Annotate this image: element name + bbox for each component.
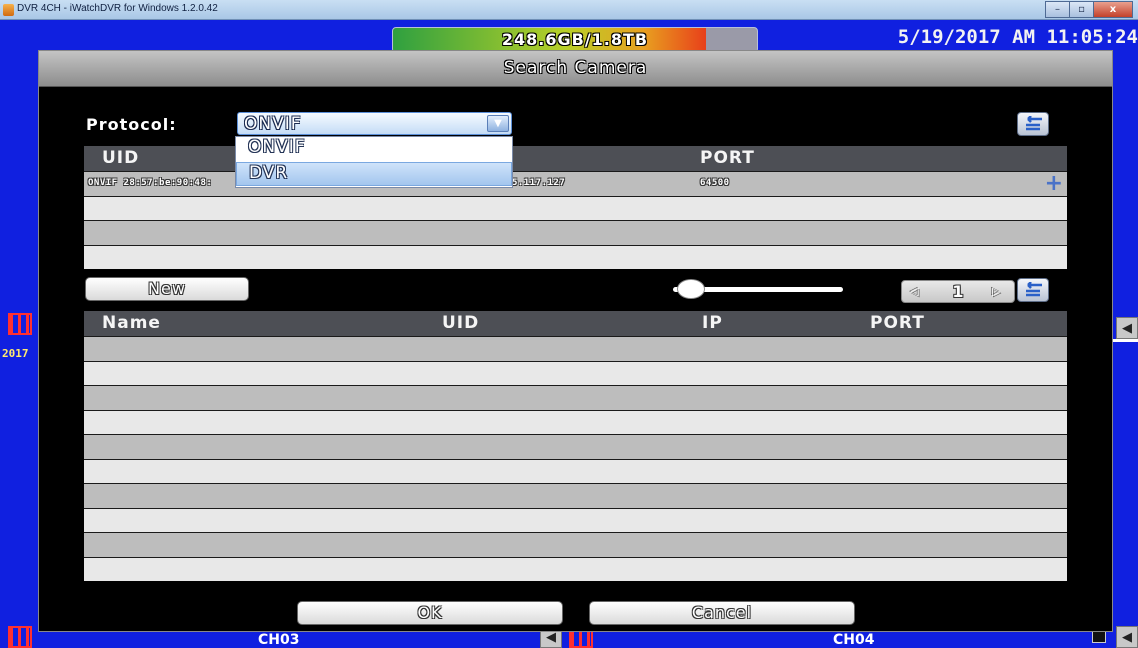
column-header-uid: UID	[102, 148, 140, 168]
table-row[interactable]	[84, 385, 1067, 410]
cancel-button[interactable]: Cancel	[589, 601, 855, 625]
table-row[interactable]	[84, 507, 1067, 532]
table-row[interactable]	[84, 458, 1067, 483]
close-button[interactable]: x	[1093, 1, 1133, 18]
prev-page-button[interactable]: ◁	[910, 284, 926, 299]
dialog-title: Search Camera	[503, 58, 648, 78]
slider-handle[interactable]	[677, 279, 705, 299]
search-back-button[interactable]	[1017, 112, 1049, 136]
page-number: 1	[952, 282, 964, 301]
channel-label-ch03: CH03	[258, 632, 300, 648]
dropdown-option-dvr[interactable]: DVR	[236, 162, 512, 186]
row-port: 64500	[700, 178, 730, 188]
channel-label-ch04: CH04	[833, 632, 875, 648]
table-row[interactable]	[84, 483, 1067, 508]
speaker-icon[interactable]: ◀	[1116, 317, 1138, 339]
back-arrow-icon	[1026, 116, 1042, 131]
app-icon	[3, 4, 14, 16]
table-row[interactable]	[84, 195, 1067, 220]
column-header-name: Name	[102, 313, 161, 333]
column-header-ip: IP	[702, 313, 723, 333]
window-title: DVR 4CH - iWatchDVR for Windows 1.2.0.42	[17, 3, 218, 14]
table-row[interactable]	[84, 556, 1067, 581]
table-row[interactable]: ONVIF 28:57:be:90:48: 5.117.127 64500 +	[84, 171, 1067, 196]
table-row[interactable]	[84, 244, 1067, 269]
column-header-port: PORT	[700, 148, 755, 168]
protocol-dropdown-list: ONVIF DVR	[235, 136, 513, 188]
window-controls: – ▫ x	[1045, 1, 1133, 18]
window-title-bar: DVR 4CH - iWatchDVR for Windows 1.2.0.42…	[0, 0, 1138, 20]
new-button[interactable]: New	[85, 277, 249, 301]
search-results-table: UID PORT ONVIF 28:57:be:90:48: 5.117.127…	[84, 146, 1067, 269]
camera-list-header: Name UID IP PORT	[84, 311, 1067, 336]
table-row[interactable]	[84, 409, 1067, 434]
camera-list-table: Name UID IP PORT	[84, 311, 1067, 581]
row-uid: ONVIF 28:57:be:90:48:	[88, 178, 213, 188]
film-strip-icon	[8, 626, 32, 648]
storage-usage-text: 248.6GB/1.8TB	[501, 30, 649, 49]
page-selector: ◁ 1 ▷	[901, 280, 1015, 303]
page-back-button[interactable]	[1017, 278, 1049, 302]
dialog-header: Search Camera	[39, 51, 1112, 87]
protocol-selected-value: ONVIF	[244, 114, 302, 134]
add-camera-icon[interactable]: +	[1045, 173, 1063, 195]
row-ip: 5.117.127	[512, 178, 566, 188]
table-row[interactable]	[84, 336, 1067, 361]
search-camera-dialog: Search Camera Protocol: ONVIF ▼ UID PORT…	[38, 50, 1113, 632]
film-strip-icon	[8, 313, 32, 335]
column-header-uid: UID	[442, 313, 480, 333]
chevron-down-icon[interactable]: ▼	[487, 115, 509, 132]
date-time-display: 5/19/2017 AM 11:05:24	[897, 26, 1138, 48]
minimize-button[interactable]: –	[1045, 1, 1069, 18]
table-row[interactable]	[84, 360, 1067, 385]
table-row[interactable]	[84, 532, 1067, 557]
column-header-port: PORT	[870, 313, 925, 333]
dropdown-option-onvif[interactable]: ONVIF	[236, 137, 512, 161]
search-results-header: UID PORT	[84, 146, 1067, 171]
ok-button[interactable]: OK	[297, 601, 563, 625]
table-row[interactable]	[84, 220, 1067, 245]
maximize-button[interactable]: ▫	[1069, 1, 1093, 18]
protocol-label: Protocol:	[86, 115, 177, 134]
side-year-label: 2017	[2, 347, 29, 360]
table-row[interactable]	[84, 434, 1067, 459]
speaker-icon[interactable]: ◀	[1116, 626, 1138, 648]
next-page-button[interactable]: ▷	[992, 284, 1008, 299]
protocol-select[interactable]: ONVIF ▼	[237, 112, 512, 135]
back-arrow-icon	[1026, 282, 1042, 297]
